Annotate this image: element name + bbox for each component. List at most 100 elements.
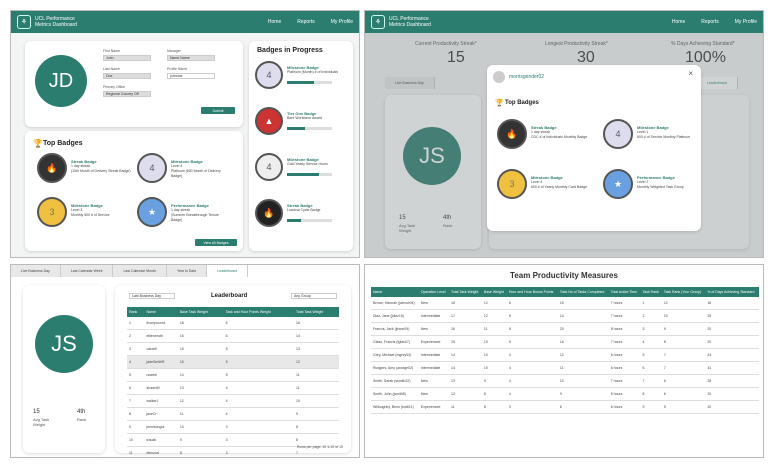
streak-badge-icon: 🔥 bbox=[37, 153, 67, 183]
last-name-field[interactable]: Doe bbox=[103, 73, 151, 79]
modal-avatar bbox=[493, 71, 505, 83]
table-cell: Francis, Jack (jfranc09) bbox=[371, 322, 419, 336]
streak-badge-icon: 🔥 bbox=[497, 119, 527, 149]
submit-button[interactable]: Submit bbox=[201, 107, 235, 114]
table-cell: 16 bbox=[177, 329, 224, 343]
column-header[interactable]: Task Rank (Your Group) bbox=[661, 287, 706, 297]
table-row[interactable]: 9 jennisongot 10 3 8 bbox=[127, 420, 339, 434]
column-header[interactable]: Total No of Tasks Completed bbox=[557, 287, 609, 297]
column-header[interactable]: Operation Level bbox=[418, 287, 450, 297]
table-cell: 6 bbox=[506, 297, 558, 310]
close-icon[interactable]: × bbox=[688, 69, 693, 78]
badge-desc: 600 # of Yearly Monthly Card Badge bbox=[531, 185, 588, 189]
table-row[interactable]: Smith, Sarah (ssmith22) New 13 9 4 10 7 hours 7… bbox=[371, 374, 759, 388]
progress-bar bbox=[287, 219, 332, 222]
view-all-badges-button[interactable]: View All Badges bbox=[195, 239, 237, 246]
badge-desc: Monthly 500 # of Service bbox=[71, 213, 110, 217]
table-row[interactable]: 3 cardell 15 5 13 bbox=[127, 342, 339, 356]
table-row[interactable]: Willoughby, Benn (bwill11) Experienced 11 8… bbox=[371, 400, 759, 414]
leaderboard-title: Leaderboard bbox=[211, 293, 248, 299]
column-header[interactable]: Task and Hour Points Weight bbox=[223, 307, 295, 317]
productivity-panel: ⚘ UCL Performance Metrics Dashboard Home … bbox=[364, 10, 764, 258]
nav-profile[interactable]: My Profile bbox=[735, 19, 757, 25]
table-row[interactable]: Diaz, Jane (jdiaz15) Intermediate 17 12 5 14 7… bbox=[371, 309, 759, 323]
nav-profile[interactable]: My Profile bbox=[331, 19, 353, 25]
milestone-gold-badge-icon: 3 bbox=[37, 197, 67, 227]
nav-home[interactable]: Home bbox=[672, 19, 685, 25]
table-cell: 15 bbox=[177, 342, 224, 356]
table-cell: 10 bbox=[481, 361, 507, 375]
table-cell: 20 bbox=[557, 322, 609, 336]
table-cell: Intermediate bbox=[418, 309, 450, 323]
column-header[interactable]: Name bbox=[144, 307, 178, 317]
pagination[interactable]: Rows per page: 10 1-10 of 15 bbox=[297, 445, 343, 449]
table-cell: 20 bbox=[705, 335, 759, 349]
profile-card: JD First Name John Last Name Doe Primary… bbox=[25, 41, 243, 127]
column-header[interactable]: Name bbox=[371, 287, 419, 297]
profile-name-field[interactable]: johndoe bbox=[167, 73, 215, 79]
table-row[interactable]: Smith, John (jsmit08) New 12 8 4 9 5 hours 8 6 20 bbox=[371, 387, 759, 401]
nav-reports[interactable]: Reports bbox=[701, 19, 719, 25]
table-cell: 20 bbox=[705, 387, 759, 401]
tab-last-calendar-week[interactable]: Last Calendar Week bbox=[60, 265, 114, 277]
table-row[interactable]: Brown, Hannah (jabrow04) New 18 12 6 15 7 hour… bbox=[371, 297, 759, 310]
table-cell: elenzurt bbox=[144, 446, 178, 457]
table-cell: Willoughby, Benn (bwill11) bbox=[371, 400, 419, 414]
table-cell: 3 bbox=[640, 322, 662, 336]
column-header[interactable]: Total Task Weight bbox=[294, 307, 339, 317]
table-cell: 1 bbox=[127, 317, 145, 330]
manager-label: Manager bbox=[167, 49, 181, 53]
table-row[interactable]: Francis, Jack (jfranc09) New 16 11 5 20 8 hour… bbox=[371, 322, 759, 336]
table-row[interactable]: 1 thompsonn1 18 6 16 bbox=[127, 317, 339, 330]
table-row[interactable]: Grey, Michael (mgrey03) Intermediate 14 10 4… bbox=[371, 348, 759, 362]
office-field[interactable]: Regional Country Off bbox=[103, 91, 151, 97]
tab-live-business-day[interactable]: Live Business Day bbox=[11, 265, 61, 277]
tab-last-calendar-month[interactable]: Last Calendar Month bbox=[113, 265, 167, 277]
table-cell: 16 bbox=[705, 297, 759, 310]
first-name-field[interactable]: John bbox=[103, 55, 151, 61]
table-cell: 9 bbox=[661, 322, 706, 336]
tab-leaderboard[interactable]: Leaderboard bbox=[207, 265, 249, 277]
table-row[interactable]: 6 shawnM 13 4 11 bbox=[127, 381, 339, 395]
table-cell: walkerJ bbox=[144, 394, 178, 408]
column-header[interactable]: Total Active Time bbox=[608, 287, 641, 297]
stat-task-weight-label: Avg Task Weight bbox=[33, 417, 50, 427]
table-cell: 11 bbox=[127, 446, 145, 457]
column-header[interactable]: Rank bbox=[127, 307, 145, 317]
table-row[interactable]: 4 jadeSmithR 15 5 12 bbox=[127, 355, 339, 369]
column-header[interactable]: Base Weight bbox=[481, 287, 507, 297]
column-header[interactable]: % of Days Achieving Standard bbox=[705, 287, 759, 297]
column-header[interactable]: Total Task Weight bbox=[449, 287, 482, 297]
table-cell: 9 bbox=[640, 400, 662, 414]
table-cell: 5 bbox=[640, 348, 662, 362]
milestone-badge-icon: 4 bbox=[603, 119, 633, 149]
table-cell: Experienced bbox=[418, 400, 450, 414]
table-row[interactable]: Rodgers, Amy (arodge02) Intermediate 14 10 4… bbox=[371, 361, 759, 375]
period-select[interactable]: Last Business Day bbox=[129, 293, 175, 299]
table-cell: 8 bbox=[640, 387, 662, 401]
column-header[interactable]: Base Task Weight bbox=[177, 307, 224, 317]
table-row[interactable]: 7 walkerJ 12 4 10 bbox=[127, 394, 339, 408]
table-cell: 7 hours bbox=[608, 309, 641, 323]
badge-desc: Monthly Weighted Task Group bbox=[637, 185, 684, 189]
table-row[interactable]: 5 ncartel 14 5 11 bbox=[127, 368, 339, 382]
table-row[interactable]: Glass, Francis (fglas07) Experienced 15 10 5… bbox=[371, 335, 759, 349]
table-cell: 3 bbox=[127, 342, 145, 356]
nav-reports[interactable]: Reports bbox=[297, 19, 315, 25]
manager-field[interactable]: Name Name bbox=[167, 55, 215, 61]
column-header[interactable]: Task Rank bbox=[640, 287, 662, 297]
tab-year-to-date[interactable]: Year to Date bbox=[166, 265, 208, 277]
table-cell: 1 bbox=[640, 297, 662, 310]
column-header[interactable]: Hour and Hour Bonus Points bbox=[506, 287, 558, 297]
table-cell: 5 bbox=[127, 368, 145, 382]
app-title: UCL Performance Metrics Dashboard bbox=[389, 16, 431, 28]
nav-home[interactable]: Home bbox=[268, 19, 281, 25]
table-row[interactable]: 2 eliteneruth 16 6 14 bbox=[127, 329, 339, 343]
table-cell: 11 bbox=[294, 381, 339, 395]
group-select[interactable]: Any Group bbox=[291, 293, 337, 299]
table-cell: 9 bbox=[557, 387, 609, 401]
table-cell: eliteneruth bbox=[144, 329, 178, 343]
table-cell: shawnM bbox=[144, 381, 178, 395]
table-row[interactable]: 8 jaceCr 11 4 9 bbox=[127, 407, 339, 421]
table-cell: 16 bbox=[294, 317, 339, 330]
